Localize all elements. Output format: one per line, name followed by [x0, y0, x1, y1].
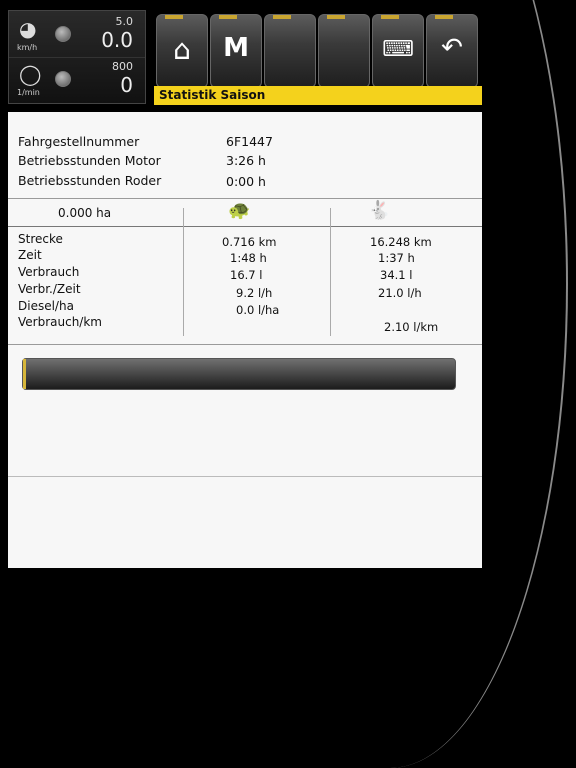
- row-label: Verbrauch/km: [18, 315, 102, 329]
- row-label: Strecke: [18, 232, 63, 246]
- speed-setpoint: 5.0: [115, 15, 134, 28]
- info-label-engine-hours: Betriebsstunden Motor: [18, 153, 161, 168]
- info-label-chassis: Fahrgestellnummer: [18, 134, 140, 149]
- rpm-setpoint: 800: [112, 60, 133, 73]
- row-label: Zeit: [18, 248, 42, 262]
- engine-icon: ◯: [19, 62, 42, 86]
- progress-fill: [23, 359, 26, 389]
- info-label-digger-hours: Betriebsstunden Roder: [18, 173, 162, 188]
- speedometer-icon: ◕: [19, 17, 37, 41]
- rpm-gauge: ◯ 1/min 800 0: [9, 57, 145, 102]
- rpm-indicator-knob: [55, 71, 71, 87]
- speed-gauge: ◕ km/h 5.0 0.0: [9, 13, 145, 57]
- area-value: 0.000 ha: [58, 206, 112, 220]
- row-label: Verbrauch: [18, 265, 80, 279]
- home-icon: ⌂: [173, 33, 191, 66]
- row-label: Verbr./Zeit: [18, 282, 81, 296]
- speed-value: 0.0: [101, 28, 133, 52]
- row-label: Diesel/ha: [18, 299, 74, 313]
- speed-unit: km/h: [17, 43, 38, 52]
- screen-bezel: [482, 0, 576, 768]
- gauge-panel: ◕ km/h 5.0 0.0 ◯ 1/min 800 0: [8, 10, 146, 104]
- rpm-value: 0: [120, 73, 133, 97]
- rpm-unit: 1/min: [17, 88, 40, 97]
- speed-indicator-knob: [55, 26, 71, 42]
- column-divider-1: [183, 208, 184, 336]
- home-button[interactable]: ⌂: [156, 14, 208, 88]
